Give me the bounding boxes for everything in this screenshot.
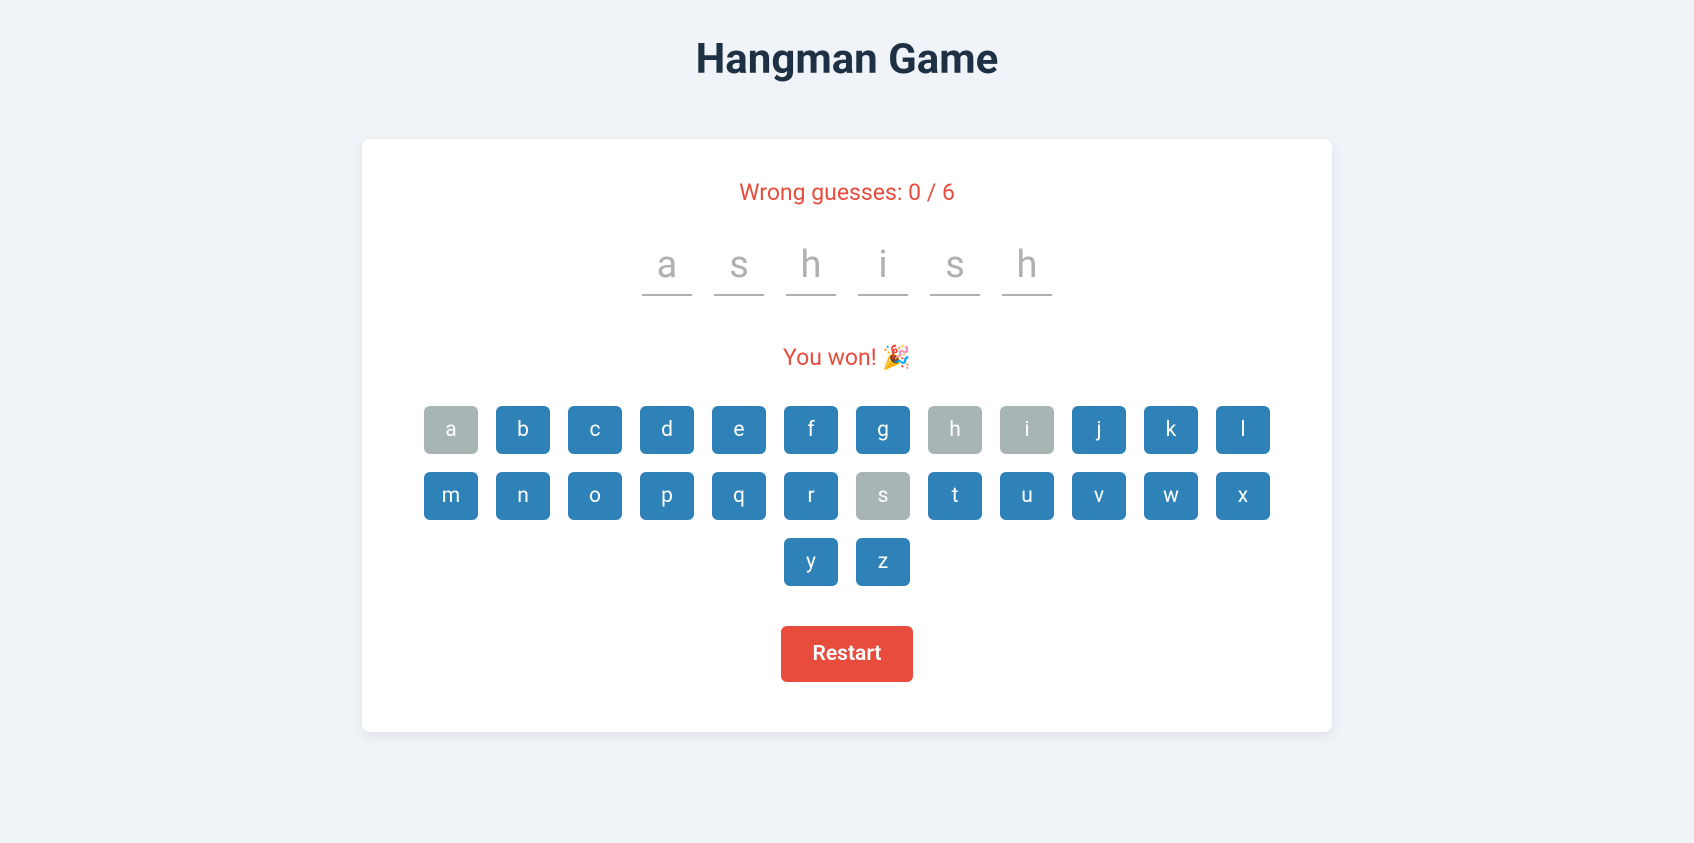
key-h: h	[928, 406, 982, 454]
key-q[interactable]: q	[712, 472, 766, 520]
key-n[interactable]: n	[496, 472, 550, 520]
status-message: You won! 🎉	[412, 344, 1282, 371]
key-i: i	[1000, 406, 1054, 454]
wrong-guesses-count: 0	[908, 179, 921, 206]
key-v[interactable]: v	[1072, 472, 1126, 520]
word-letter: h	[786, 246, 836, 296]
restart-button[interactable]: Restart	[781, 626, 914, 682]
wrong-guesses-max: 6	[942, 179, 955, 206]
keyboard: abcdefghijkl mnopqrstuvwx yz	[412, 406, 1282, 586]
key-m[interactable]: m	[424, 472, 478, 520]
key-a: a	[424, 406, 478, 454]
key-y[interactable]: y	[784, 538, 838, 586]
key-z[interactable]: z	[856, 538, 910, 586]
key-k[interactable]: k	[1144, 406, 1198, 454]
game-card: Wrong guesses: 0 / 6 ashish You won! 🎉 a…	[362, 139, 1332, 732]
key-x[interactable]: x	[1216, 472, 1270, 520]
page-title: Hangman Game	[0, 35, 1694, 84]
key-t[interactable]: t	[928, 472, 982, 520]
key-e[interactable]: e	[712, 406, 766, 454]
key-w[interactable]: w	[1144, 472, 1198, 520]
key-d[interactable]: d	[640, 406, 694, 454]
word-row: ashish	[412, 246, 1282, 296]
word-letter: s	[714, 246, 764, 296]
word-letter: i	[858, 246, 908, 296]
key-u[interactable]: u	[1000, 472, 1054, 520]
word-letter: s	[930, 246, 980, 296]
key-r[interactable]: r	[784, 472, 838, 520]
key-o[interactable]: o	[568, 472, 622, 520]
key-g[interactable]: g	[856, 406, 910, 454]
key-b[interactable]: b	[496, 406, 550, 454]
key-l[interactable]: l	[1216, 406, 1270, 454]
key-j[interactable]: j	[1072, 406, 1126, 454]
word-letter: a	[642, 246, 692, 296]
wrong-guesses: Wrong guesses: 0 / 6	[412, 179, 1282, 206]
word-letter: h	[1002, 246, 1052, 296]
wrong-guesses-label: Wrong guesses:	[739, 179, 908, 206]
wrong-guesses-sep: /	[921, 179, 942, 206]
key-p[interactable]: p	[640, 472, 694, 520]
key-f[interactable]: f	[784, 406, 838, 454]
key-c[interactable]: c	[568, 406, 622, 454]
key-s: s	[856, 472, 910, 520]
